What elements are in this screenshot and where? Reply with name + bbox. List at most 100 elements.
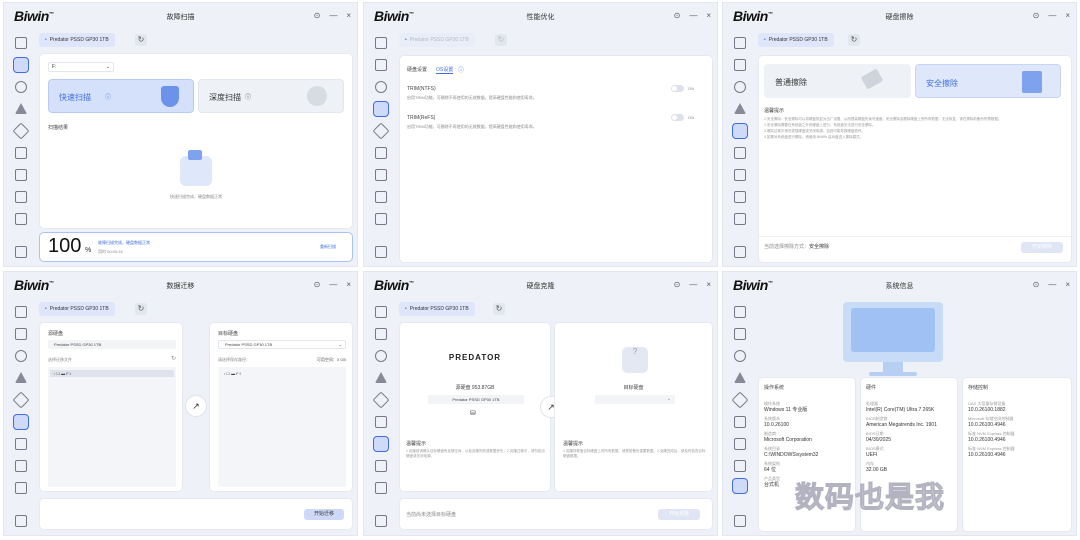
firmware-icon[interactable]: [15, 191, 27, 203]
tab-os-settings[interactable]: OS设置: [436, 66, 454, 74]
clone-icon[interactable]: [734, 169, 746, 181]
eraser-icon[interactable]: [12, 391, 30, 409]
close-icon[interactable]: ×: [706, 280, 711, 289]
trim-ntfs-toggle[interactable]: [671, 85, 684, 92]
disk-icon[interactable]: [734, 306, 746, 318]
device-tab[interactable]: Predator PSSD GP30 1TB: [758, 33, 834, 47]
monitor-icon[interactable]: [732, 478, 748, 494]
minimize-icon[interactable]: —: [689, 280, 697, 289]
optimize-icon[interactable]: [734, 372, 746, 383]
start-migrate-button[interactable]: 开始迁移: [304, 509, 344, 520]
minimize-icon[interactable]: —: [1048, 11, 1056, 20]
clone-icon[interactable]: [15, 438, 27, 450]
clone-icon[interactable]: [15, 169, 27, 181]
eraser-icon[interactable]: [732, 123, 748, 139]
refresh-icon[interactable]: ↻: [848, 34, 860, 46]
device-tab[interactable]: Predator PSSD GP30 1TB: [399, 33, 475, 47]
optimize-icon[interactable]: [15, 372, 27, 383]
speed-icon[interactable]: [15, 81, 27, 93]
clone-icon[interactable]: [734, 438, 746, 450]
drive-select[interactable]: F: ⌄: [48, 62, 114, 72]
monitor-icon[interactable]: [15, 213, 27, 225]
scan-icon[interactable]: [15, 328, 27, 340]
close-icon[interactable]: ×: [346, 280, 351, 289]
info-icon[interactable]: [15, 246, 27, 258]
start-erase-button[interactable]: 开始擦除: [1021, 242, 1063, 253]
refresh-icon[interactable]: ↻: [135, 34, 147, 46]
monitor-icon[interactable]: [734, 213, 746, 225]
refresh-icon[interactable]: ↻: [135, 303, 147, 315]
device-tab[interactable]: Predator PSSD GP30 1TB: [39, 33, 115, 47]
scan-icon[interactable]: [375, 59, 387, 71]
eraser-icon[interactable]: [372, 122, 390, 140]
minimize-icon[interactable]: —: [1048, 280, 1056, 289]
firmware-icon[interactable]: [375, 191, 387, 203]
minimize-icon[interactable]: —: [689, 11, 697, 20]
refresh-icon[interactable]: ↻: [495, 34, 507, 46]
settings-icon[interactable]: ⊙: [674, 11, 681, 20]
minimize-icon[interactable]: —: [329, 280, 337, 289]
settings-icon[interactable]: ⊙: [1033, 280, 1040, 289]
eraser-icon[interactable]: [12, 122, 30, 140]
scan-icon[interactable]: [734, 328, 746, 340]
scan-icon[interactable]: [13, 57, 29, 73]
device-tab[interactable]: Predator PSSD GP30 1TB: [399, 302, 475, 316]
firmware-icon[interactable]: [734, 191, 746, 203]
firmware-icon[interactable]: [734, 460, 746, 472]
settings-icon[interactable]: ⊙: [674, 280, 681, 289]
clone-icon[interactable]: [375, 169, 387, 181]
minimize-icon[interactable]: —: [329, 11, 337, 20]
secure-erase-button[interactable]: 安全擦除: [915, 64, 1061, 98]
info-icon[interactable]: [375, 246, 387, 258]
migrate-icon[interactable]: [375, 147, 387, 159]
disk-icon[interactable]: [15, 306, 27, 318]
monitor-icon[interactable]: [15, 482, 27, 494]
monitor-icon[interactable]: [375, 213, 387, 225]
rescan-button[interactable]: 重新扫描: [320, 244, 336, 250]
info-icon[interactable]: [734, 246, 746, 258]
trim-refs-toggle[interactable]: [671, 114, 684, 121]
optimize-icon[interactable]: [15, 103, 27, 114]
optimize-icon[interactable]: [373, 101, 389, 117]
close-icon[interactable]: ×: [706, 11, 711, 20]
target-drive-select[interactable]: ⌄: [595, 395, 675, 404]
disk-icon[interactable]: [375, 37, 387, 49]
eraser-icon[interactable]: [372, 391, 390, 409]
firmware-icon[interactable]: [375, 460, 387, 472]
close-icon[interactable]: ×: [1065, 280, 1070, 289]
speed-icon[interactable]: [734, 350, 746, 362]
monitor-icon[interactable]: [375, 482, 387, 494]
migrate-icon[interactable]: [375, 416, 387, 428]
refresh-icon[interactable]: ↻: [493, 303, 505, 315]
migrate-icon[interactable]: [13, 414, 29, 430]
speed-icon[interactable]: [15, 350, 27, 362]
quick-scan-button[interactable]: 快速扫描 ⓘ: [48, 79, 194, 113]
disk-icon[interactable]: [375, 306, 387, 318]
firmware-icon[interactable]: [15, 460, 27, 472]
close-icon[interactable]: ×: [1065, 11, 1070, 20]
target-drive-select[interactable]: Predator PSSD GP30 1TB ⌄: [218, 340, 346, 349]
scan-icon[interactable]: [734, 59, 746, 71]
tab-disk-settings[interactable]: 硬盘设置: [407, 66, 427, 73]
settings-icon[interactable]: ⊙: [314, 280, 321, 289]
speed-icon[interactable]: [734, 81, 746, 93]
refresh-icon[interactable]: ↻: [171, 356, 176, 362]
close-icon[interactable]: ×: [346, 11, 351, 20]
disk-icon[interactable]: [734, 37, 746, 49]
info-icon[interactable]: [15, 515, 27, 527]
tree-item[interactable]: › ☐ ▬ F:/: [50, 370, 174, 377]
device-tab[interactable]: Predator PSSD GP30 1TB: [39, 302, 115, 316]
start-clone-button[interactable]: 开始克隆: [658, 509, 700, 520]
deep-scan-button[interactable]: 深度扫描 ⓘ: [198, 79, 344, 113]
migrate-icon[interactable]: [15, 147, 27, 159]
migrate-icon[interactable]: [734, 147, 746, 159]
speed-icon[interactable]: [375, 81, 387, 93]
settings-icon[interactable]: ⊙: [314, 11, 321, 20]
migrate-icon[interactable]: [734, 416, 746, 428]
tree-item[interactable]: › ☐ ▬ F:/: [220, 370, 241, 377]
eraser-icon[interactable]: [731, 391, 749, 409]
optimize-icon[interactable]: [375, 372, 387, 383]
clone-icon[interactable]: [373, 436, 389, 452]
info-icon[interactable]: [734, 515, 746, 527]
scan-icon[interactable]: [375, 328, 387, 340]
